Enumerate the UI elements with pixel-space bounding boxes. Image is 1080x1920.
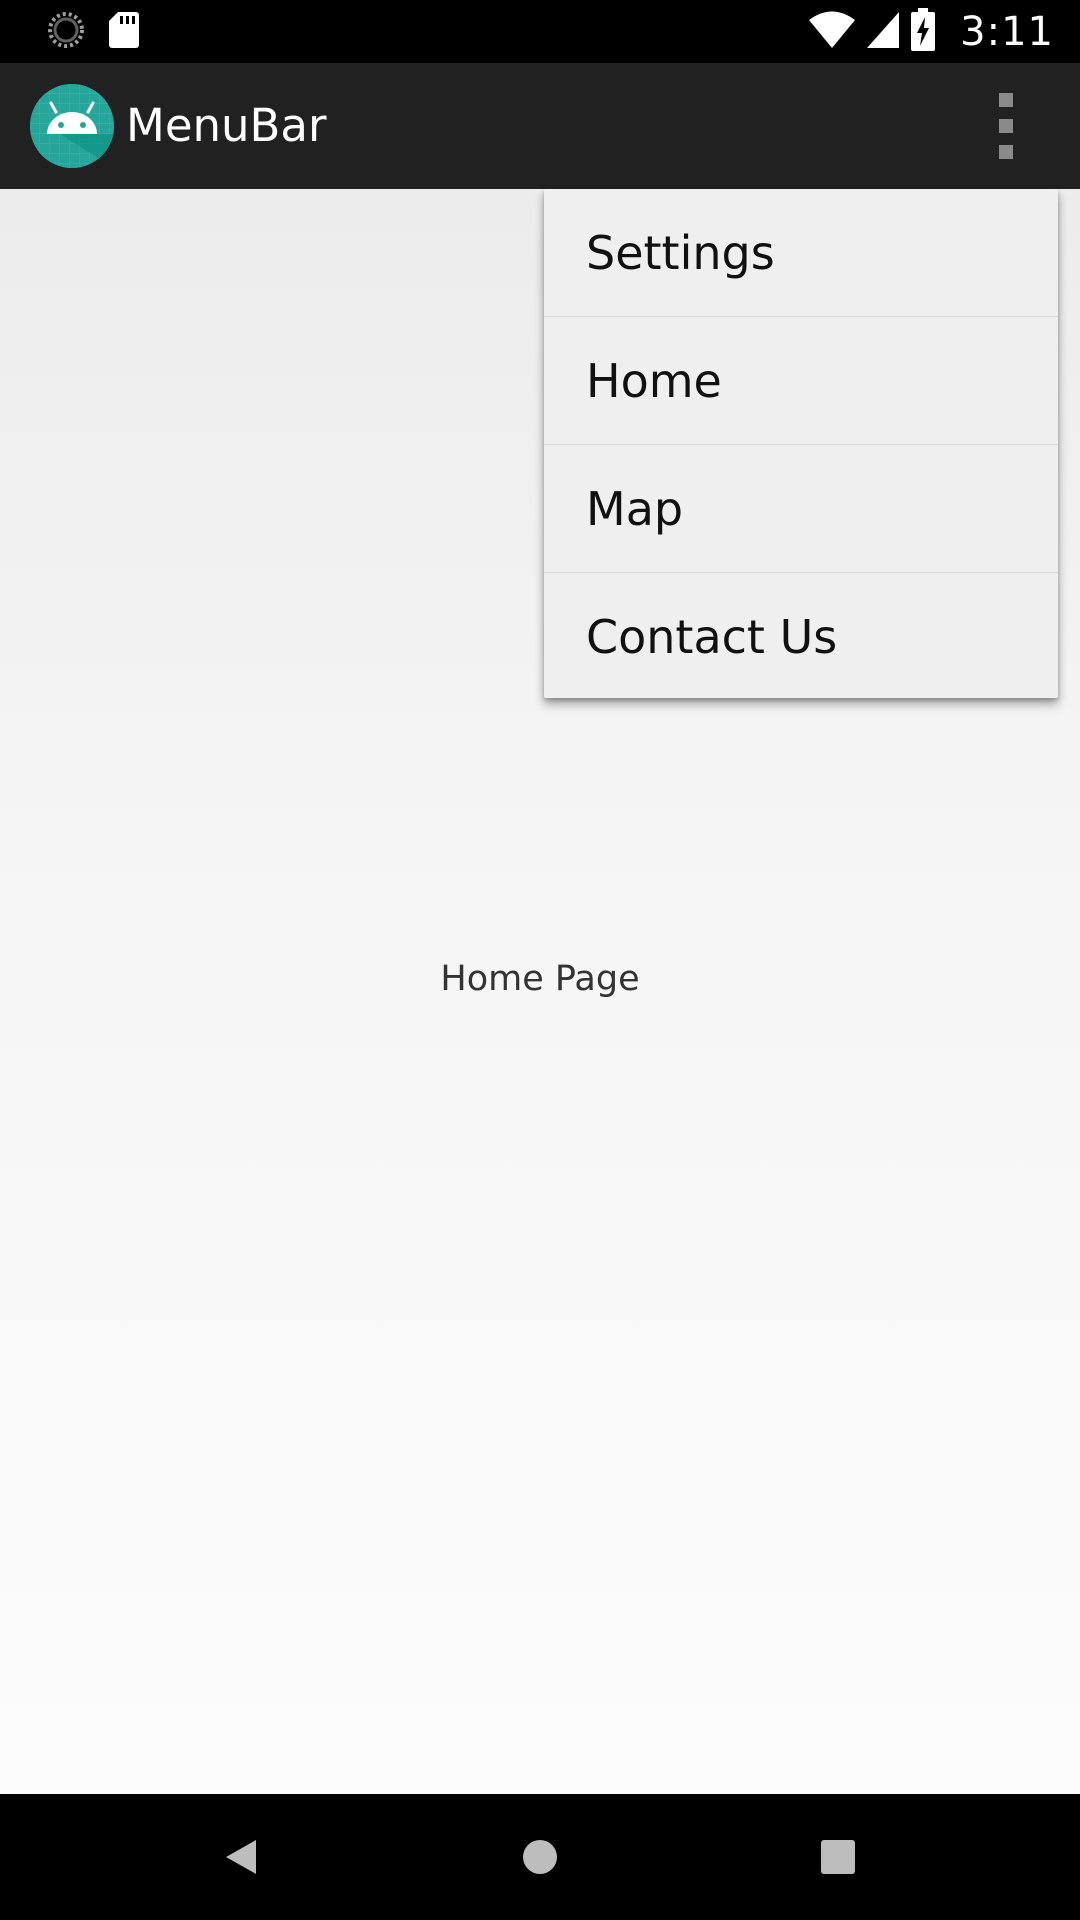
android-logo-icon (30, 84, 114, 168)
menu-item-label: Map (586, 482, 684, 536)
menu-item-label: Home (586, 354, 722, 408)
recents-icon[interactable] (815, 1834, 861, 1880)
back-icon[interactable] (218, 1834, 264, 1880)
navigation-bar (0, 1794, 1080, 1920)
sync-icon (46, 10, 86, 54)
overflow-dot (999, 93, 1013, 107)
more-vert-icon[interactable] (986, 93, 1026, 159)
battery-charging-icon (910, 8, 936, 56)
menu-item-home[interactable]: Home (544, 317, 1058, 445)
overflow-menu: Settings Home Map Contact Us (544, 189, 1058, 698)
status-bar-right: 3:11 (808, 8, 1054, 56)
menu-item-settings[interactable]: Settings (544, 189, 1058, 317)
wifi-icon (808, 11, 856, 53)
home-page-text: Home Page (440, 959, 640, 999)
menu-item-contact-us[interactable]: Contact Us (544, 573, 1058, 701)
status-time: 3:11 (960, 9, 1054, 55)
status-bar: 3:11 (0, 0, 1080, 63)
menu-item-label: Contact Us (586, 610, 838, 664)
overflow-dot (999, 119, 1013, 133)
menu-item-label: Settings (586, 226, 775, 280)
overflow-dot (999, 145, 1013, 159)
app-bar: MenuBar (0, 63, 1080, 189)
signal-icon (866, 11, 900, 53)
sd-card-icon (108, 11, 140, 53)
home-icon[interactable] (517, 1834, 563, 1880)
status-bar-left (46, 10, 140, 54)
app-title: MenuBar (126, 99, 327, 152)
menu-item-map[interactable]: Map (544, 445, 1058, 573)
